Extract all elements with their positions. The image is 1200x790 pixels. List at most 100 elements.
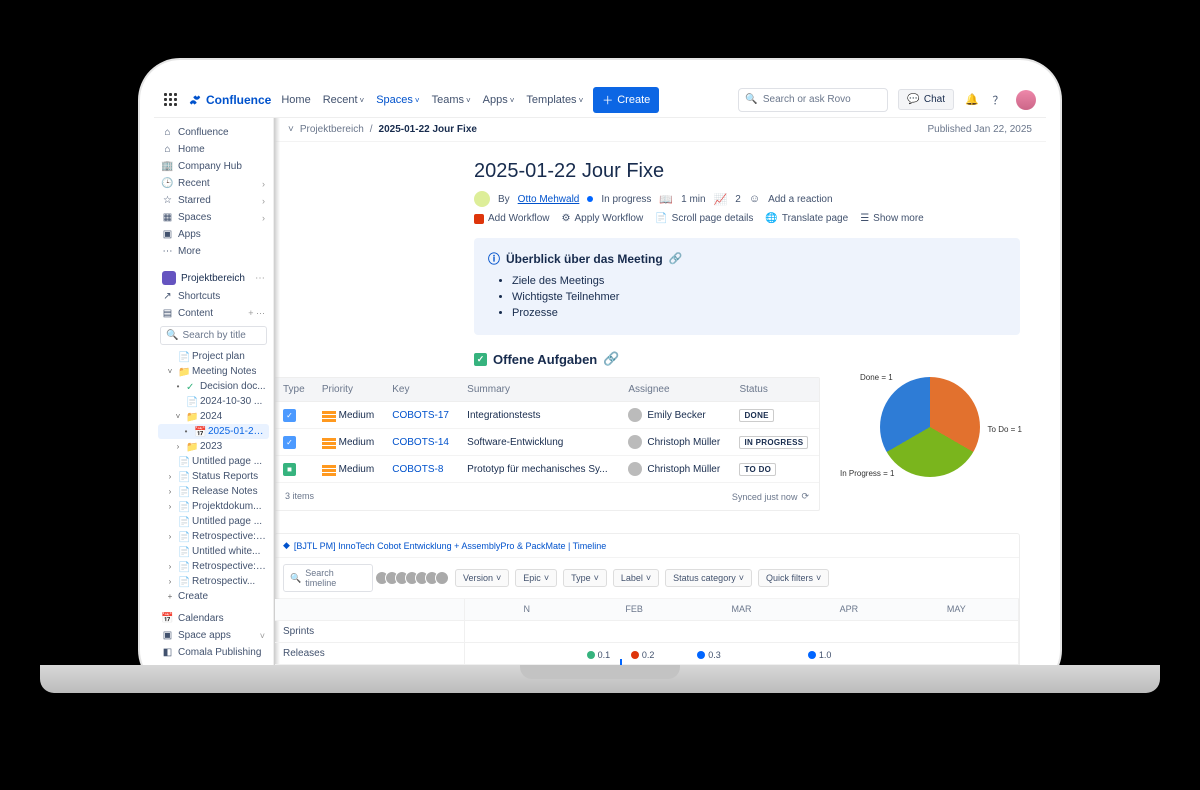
space-header[interactable]: Projektbereich ⋯ bbox=[158, 268, 269, 288]
tree-untitled-white[interactable]: 📄Untitled white... bbox=[158, 544, 269, 559]
tree-retro1[interactable]: ›📄Retrospective: ... bbox=[158, 529, 269, 544]
row-sprints-label[interactable]: Sprints bbox=[275, 621, 465, 643]
sidebar-search[interactable]: 🔍 Search by title bbox=[160, 326, 267, 345]
row-sprints-lane[interactable] bbox=[465, 621, 1019, 643]
col-priority[interactable]: Priority bbox=[314, 378, 384, 402]
author-link[interactable]: Otto Mehwald bbox=[518, 194, 580, 205]
release-marker[interactable]: 1.0 bbox=[808, 650, 832, 660]
tree-create[interactable]: +Create bbox=[158, 589, 269, 604]
tree-2024[interactable]: ˅📁2024 bbox=[158, 409, 269, 424]
global-search[interactable]: 🔍 Search or ask Rovo bbox=[738, 88, 888, 112]
status-lozenge[interactable]: IN PROGRESS bbox=[739, 436, 808, 449]
filter-quick-filters[interactable]: Quick filters˅ bbox=[758, 569, 829, 587]
nav-apps[interactable]: Apps˅ bbox=[483, 94, 515, 106]
add-reaction[interactable]: Add a reaction bbox=[768, 194, 833, 205]
assignee-avatar[interactable] bbox=[628, 408, 642, 422]
table-row[interactable]: MediumCOBOTS-14Software-EntwicklungChris… bbox=[275, 429, 819, 456]
tree-projektdoku[interactable]: ›📄Projektdokum... bbox=[158, 499, 269, 514]
tree-project-plan[interactable]: 📄Project plan bbox=[158, 349, 269, 364]
row-releases-label[interactable]: Releases bbox=[275, 643, 465, 665]
add-workflow-action[interactable]: Add Workflow bbox=[474, 213, 550, 224]
filter-type[interactable]: Type˅ bbox=[563, 569, 607, 587]
space-menu-icon[interactable]: ⋯ bbox=[255, 273, 265, 284]
link-icon[interactable]: 🔗 bbox=[669, 252, 683, 265]
timeline-search[interactable]: 🔍 Search timeline bbox=[283, 564, 373, 592]
nav-templates[interactable]: Templates˅ bbox=[526, 94, 583, 106]
filter-label[interactable]: Label˅ bbox=[613, 569, 659, 587]
assignee-avatar[interactable] bbox=[628, 435, 642, 449]
tree-release-notes[interactable]: ›📄Release Notes bbox=[158, 484, 269, 499]
chat-button[interactable]: 💬 Chat bbox=[898, 89, 954, 110]
author-avatar[interactable] bbox=[474, 191, 490, 207]
sidebar-more[interactable]: ⋯More bbox=[158, 243, 269, 260]
breadcrumb-page[interactable]: 2025-01-22 Jour Fixe bbox=[379, 124, 477, 135]
release-marker[interactable]: 0.1 bbox=[587, 650, 611, 660]
table-row[interactable]: MediumCOBOTS-8Prototyp für mechanisches … bbox=[275, 456, 819, 483]
sidebar-content[interactable]: ▤Content+ ⋯ bbox=[158, 305, 269, 322]
translate-action[interactable]: 🌐Translate page bbox=[765, 213, 848, 224]
tree-status-reports[interactable]: ›📄Status Reports bbox=[158, 469, 269, 484]
nav-teams[interactable]: Teams˅ bbox=[432, 94, 471, 106]
sidebar-comala[interactable]: ◧Comala Publishing bbox=[158, 644, 269, 661]
tree-2023[interactable]: ›📁2023 bbox=[158, 439, 269, 454]
col-assignee[interactable]: Assignee bbox=[620, 378, 731, 402]
col-summary[interactable]: Summary bbox=[459, 378, 620, 402]
page-icon: 📄 bbox=[178, 352, 188, 362]
page-icon: 📄 bbox=[178, 487, 188, 497]
apply-workflow-action[interactable]: ⚙Apply Workflow bbox=[562, 213, 644, 224]
col-status[interactable]: Status bbox=[731, 378, 819, 402]
assignee-avatar[interactable] bbox=[628, 462, 642, 476]
timeline-link[interactable]: ◆ [BJTL PM] InnoTech Cobot Entwicklung +… bbox=[283, 540, 1011, 551]
sidebar-starred[interactable]: ☆Starred› bbox=[158, 192, 269, 209]
release-marker[interactable]: 0.2 bbox=[631, 650, 655, 660]
plus-icon: ＋ bbox=[602, 92, 613, 108]
tree-retro3[interactable]: ›📄Retrospectiv... bbox=[158, 574, 269, 589]
status-lozenge[interactable]: TO DO bbox=[739, 463, 776, 476]
status-lozenge[interactable]: DONE bbox=[739, 409, 773, 422]
sidebar-recent[interactable]: 🕒Recent› bbox=[158, 175, 269, 192]
show-more-action[interactable]: ☰Show more bbox=[860, 213, 924, 224]
sidebar-apps[interactable]: ▣Apps bbox=[158, 226, 269, 243]
col-key[interactable]: Key bbox=[384, 378, 459, 402]
tree-untitled2[interactable]: 📄Untitled page ... bbox=[158, 514, 269, 529]
notifications-icon[interactable]: 🔔 bbox=[964, 92, 980, 108]
nav-recent[interactable]: Recent˅ bbox=[323, 94, 365, 106]
nav-home[interactable]: Home bbox=[281, 94, 310, 106]
filter-version[interactable]: Version˅ bbox=[455, 569, 509, 587]
create-button[interactable]: ＋ Create bbox=[593, 87, 659, 113]
breadcrumb-space[interactable]: Projektbereich bbox=[300, 124, 364, 135]
release-marker[interactable]: 0.3 bbox=[697, 650, 721, 660]
issue-key-link[interactable]: COBOTS-14 bbox=[392, 437, 449, 448]
sidebar-home[interactable]: ⌂Home bbox=[158, 141, 269, 158]
issue-key-link[interactable]: COBOTS-8 bbox=[392, 464, 443, 475]
sidebar-space-apps[interactable]: ▣Space apps˅ bbox=[158, 627, 269, 644]
reaction-icon[interactable]: ☺ bbox=[749, 193, 760, 205]
issue-key-link[interactable]: COBOTS-17 bbox=[392, 410, 449, 421]
user-avatar[interactable] bbox=[1016, 90, 1036, 110]
link-icon[interactable]: 🔗 bbox=[603, 351, 619, 367]
tree-untitled1[interactable]: 📄Untitled page ... bbox=[158, 454, 269, 469]
col-type[interactable]: Type bbox=[275, 378, 314, 402]
avatar-stack[interactable] bbox=[379, 571, 449, 585]
chevron-down-icon[interactable]: ˅ bbox=[288, 124, 294, 135]
tree-2025-01-22[interactable]: •📅2025-01-22... bbox=[158, 424, 269, 439]
sidebar-shortcuts[interactable]: ↗Shortcuts bbox=[158, 288, 269, 305]
table-row[interactable]: MediumCOBOTS-17IntegrationstestsEmily Be… bbox=[275, 402, 819, 429]
tree-retro2[interactable]: ›📄Retrospective: ... bbox=[158, 559, 269, 574]
scroll-page-action[interactable]: 📄Scroll page details bbox=[655, 213, 753, 224]
filter-epic[interactable]: Epic˅ bbox=[515, 569, 557, 587]
row-releases-lane[interactable]: 0.1 0.2 0.3 1.0 bbox=[465, 643, 1019, 665]
app-switcher-icon[interactable] bbox=[164, 93, 178, 107]
brand-logo[interactable]: Confluence bbox=[188, 93, 271, 107]
tree-2024-10-30[interactable]: 📄2024-10-30 ... bbox=[158, 394, 269, 409]
filter-status-category[interactable]: Status category˅ bbox=[665, 569, 752, 587]
sidebar-spaces[interactable]: ▦Spaces› bbox=[158, 209, 269, 226]
help-icon[interactable]: ？ bbox=[990, 92, 1006, 108]
tree-meeting-notes[interactable]: ˅📁Meeting Notes bbox=[158, 364, 269, 379]
tree-decision-doc[interactable]: •✓Decision doc... bbox=[158, 379, 269, 394]
sidebar-confluence[interactable]: ⌂Confluence bbox=[158, 124, 269, 141]
refresh-icon[interactable]: ⟳ bbox=[801, 491, 809, 502]
nav-spaces[interactable]: Spaces˅ bbox=[376, 94, 419, 106]
sidebar-calendars[interactable]: 📅Calendars bbox=[158, 610, 269, 627]
sidebar-company-hub[interactable]: 🏢Company Hub bbox=[158, 158, 269, 175]
